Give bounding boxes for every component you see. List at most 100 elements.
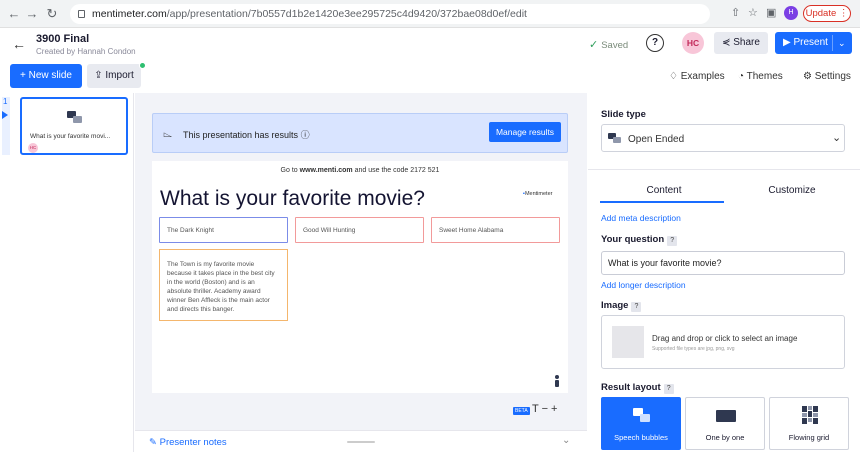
saved-label: Saved: [601, 40, 629, 51]
themes-icon: ◔: [738, 71, 747, 82]
import-label: Import: [105, 70, 134, 81]
layout-flowing-grid[interactable]: Flowing grid: [769, 397, 849, 450]
divider: [588, 169, 860, 170]
chevron-down-icon[interactable]: ⌄: [562, 435, 570, 446]
back-icon[interactable]: ←: [6, 6, 22, 21]
layout-help-icon[interactable]: ?: [663, 384, 674, 394]
update-button[interactable]: Update ⋮: [803, 5, 851, 22]
image-placeholder: [612, 326, 644, 358]
import-button[interactable]: ⇪ Import: [87, 64, 141, 88]
slide-list: 1 What is your favorite movi... HC: [0, 93, 134, 452]
manage-results-button[interactable]: Manage results: [489, 122, 561, 142]
result-layout-text: Result layout: [601, 382, 661, 393]
image-help-icon[interactable]: ?: [631, 302, 642, 312]
response-bubble: Good Will Hunting: [295, 217, 424, 243]
profile-initial: H: [788, 9, 794, 16]
forward-icon[interactable]: →: [24, 6, 40, 21]
slide-type-select[interactable]: Open Ended ⌄: [601, 124, 845, 152]
pencil-icon: ✎: [149, 437, 160, 448]
layout-label: Flowing grid: [788, 433, 830, 442]
settings-button[interactable]: ⚙ Settings: [803, 71, 851, 82]
instr-prefix: Go to: [280, 167, 300, 174]
add-meta-description-link[interactable]: Add meta description: [601, 213, 681, 223]
examples-button[interactable]: ♢ Examples: [669, 71, 725, 82]
drag-handle[interactable]: [347, 441, 375, 443]
result-layout-label: Result layout?: [601, 382, 674, 394]
tab-customize[interactable]: Customize: [732, 185, 852, 196]
import-icon: ⇪: [94, 70, 106, 81]
speech-bubbles-icon: [608, 133, 621, 143]
slide-thumbnail[interactable]: What is your favorite movi... HC: [20, 97, 128, 155]
presenter-notes-toggle[interactable]: ✎ Presenter notes: [149, 437, 227, 448]
bookmark-star-icon[interactable]: ☆: [748, 6, 758, 19]
play-icon: ▶: [783, 37, 794, 48]
slide-number: 1: [3, 97, 8, 106]
present-label: Present: [793, 37, 828, 48]
gear-icon: ⚙: [803, 71, 815, 82]
lightbulb-icon: ♢: [669, 71, 681, 82]
slide-settings-panel: Slide type Open Ended ⌄ Content Customiz…: [588, 93, 860, 452]
logo-text: Mentimeter: [524, 191, 553, 197]
add-longer-description-link[interactable]: Add longer description: [601, 280, 686, 290]
themes-button[interactable]: ◔ Themes: [738, 71, 783, 82]
text-size-controls[interactable]: T − +: [532, 403, 557, 415]
presentation-author: Created by Hannah Condon: [36, 47, 136, 56]
help-icon[interactable]: ?: [646, 34, 664, 52]
chevron-down-icon: ⌄: [832, 132, 842, 144]
results-text-label: This presentation has results: [183, 130, 299, 140]
check-icon: ✓: [589, 39, 599, 51]
instr-site: www.menti.com: [299, 167, 353, 174]
speech-bubbles-icon: [633, 408, 650, 422]
profile-avatar[interactable]: H: [784, 6, 798, 20]
slide-question: What is your favorite movie?: [160, 187, 425, 210]
user-avatar[interactable]: HC: [682, 32, 704, 54]
new-slide-button[interactable]: + New slide: [10, 64, 82, 88]
question-help-icon[interactable]: ?: [667, 236, 678, 246]
join-instructions: Go to www.menti.com and use the code 217…: [152, 167, 568, 174]
side-panel-icon[interactable]: ▣: [766, 6, 776, 19]
question-input[interactable]: What is your favorite movie?: [601, 251, 845, 275]
app-header: ← 3900 Final Created by Hannah Condon ✓ S…: [0, 28, 860, 62]
current-slide-arrow-icon: [2, 111, 8, 119]
participant-icon: [555, 375, 559, 387]
presenter-notes-bar[interactable]: ✎ Presenter notes ⌄: [135, 430, 587, 452]
update-label: Update: [805, 8, 837, 19]
settings-label: Settings: [814, 71, 851, 82]
slide-preview[interactable]: Go to www.menti.com and use the code 217…: [152, 161, 568, 393]
results-banner: ⌳ This presentation has results ⓘ Manage…: [152, 113, 568, 153]
tab-content[interactable]: Content: [604, 185, 724, 196]
present-divider: [832, 35, 833, 51]
address-bar[interactable]: mentimeter.com/app/presentation/7b0557d1…: [70, 4, 710, 24]
share-button[interactable]: ⋞ Share: [714, 32, 768, 54]
editor-toolbar: + New slide ⇪ Import ♢ Examples ◔ Themes…: [0, 62, 860, 92]
slide-canvas-area: ⌳ This presentation has results ⓘ Manage…: [135, 93, 587, 452]
presenter-notes-label: Presenter notes: [159, 437, 227, 448]
your-question-text: Your question: [601, 234, 665, 245]
active-tab-indicator: [600, 201, 724, 203]
layout-one-by-one[interactable]: One by one: [685, 397, 765, 450]
url-host: mentimeter.com: [92, 8, 167, 20]
slide-number-marker: 1: [2, 97, 10, 155]
present-options-chevron-icon[interactable]: ⌄: [838, 32, 846, 54]
url-path: /app/presentation/7b0557d1b2e1420e3ee295…: [166, 8, 527, 20]
presentation-title[interactable]: 3900 Final: [36, 33, 89, 45]
reload-icon[interactable]: ↻: [44, 6, 60, 22]
slide-type-heading: Slide type: [601, 109, 646, 120]
response-bubble: The Town is my favorite movie because it…: [159, 249, 288, 321]
image-label: Image?: [601, 300, 642, 312]
examples-label: Examples: [680, 71, 725, 82]
layout-label: One by one: [705, 433, 745, 442]
layout-speech-bubbles[interactable]: Speech bubbles: [601, 397, 681, 450]
share-page-icon[interactable]: ⇧: [731, 6, 740, 19]
present-button[interactable]: ▶ Present ⌄: [775, 32, 852, 54]
info-icon[interactable]: ⓘ: [301, 130, 310, 140]
import-notification-dot: [139, 62, 146, 69]
back-arrow-icon[interactable]: ←: [12, 36, 26, 52]
thumbnail-title: What is your favorite movi...: [30, 133, 111, 140]
share-label: Share: [733, 37, 760, 48]
dropzone-text: Drag and drop or click to select an imag…: [652, 334, 798, 343]
beta-badge: BETA: [513, 407, 530, 415]
themes-label: Themes: [746, 71, 783, 82]
results-banner-text: This presentation has results ⓘ: [183, 128, 310, 141]
image-dropzone[interactable]: Drag and drop or click to select an imag…: [601, 315, 845, 369]
